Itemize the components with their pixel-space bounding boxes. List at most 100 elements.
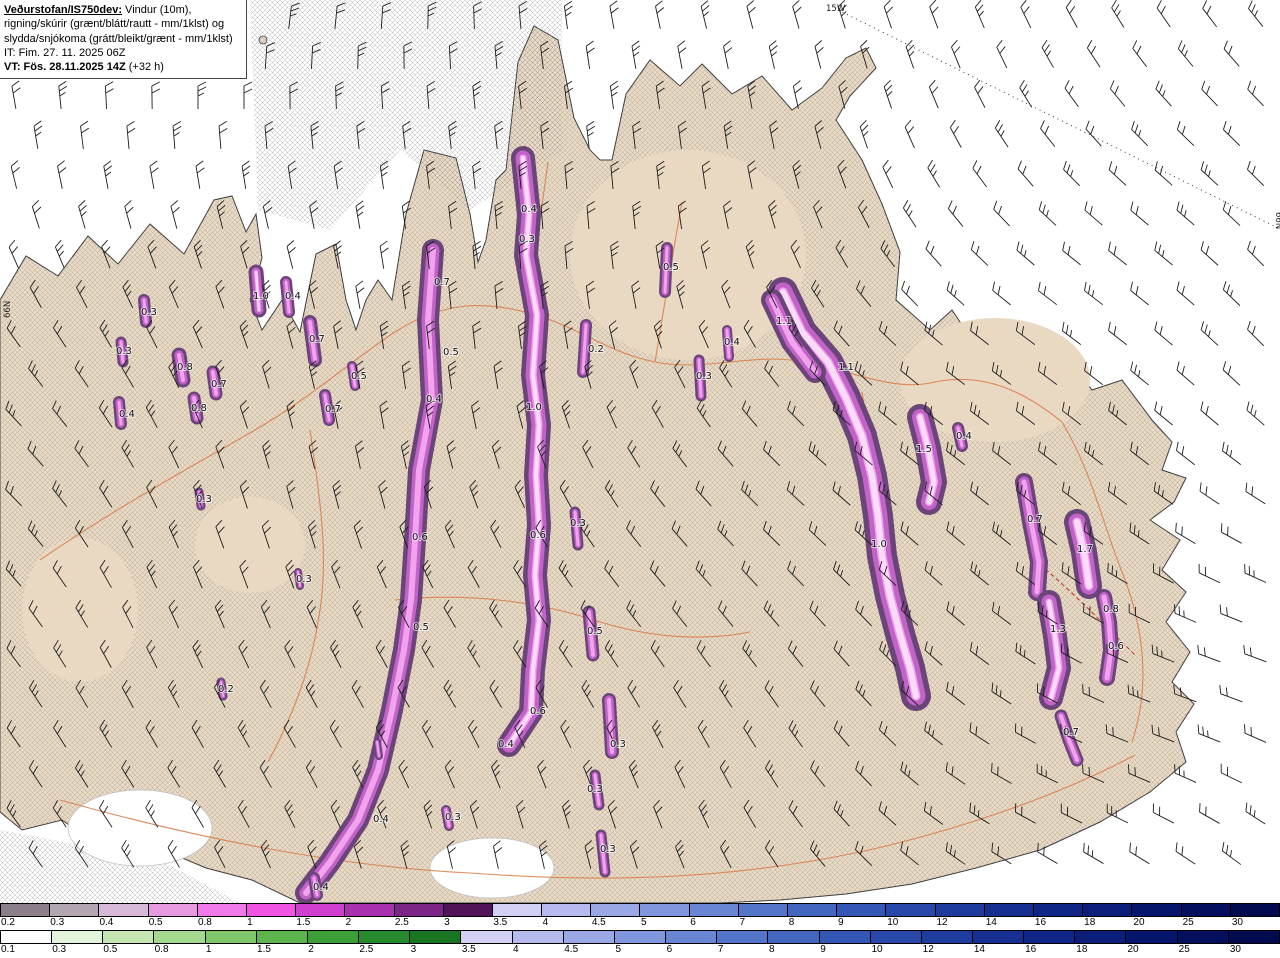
snow-scale-segment: [935, 904, 985, 916]
weather-forecast-map-page: 0.4 0.3 0.5 0.7 1.0 0.4 1.1 0.3 0.7 0.5 0.2 0.4 1.1 0…: [0, 0, 1280, 958]
precip-value-label: 0.4: [313, 882, 329, 893]
snow-scale-segment: [296, 904, 346, 916]
snow-scale-tick-label: 3.5: [493, 917, 508, 928]
snow-scale-segment: [1132, 904, 1182, 916]
rain-scale-tick-label: 3: [410, 944, 417, 955]
rain-scale-segment: [410, 931, 462, 943]
rain-scale-segment: [359, 931, 411, 943]
snow-scale-tick-label: 0.5: [148, 917, 163, 928]
snow-scale-segment: [394, 904, 444, 916]
rain-scale-segment: [205, 931, 257, 943]
rain-scale-segment: [154, 931, 206, 943]
rain-scale-segment: [614, 931, 667, 943]
snow-scale-tick-label: 12: [936, 917, 948, 928]
precip-value-label: 0.5: [443, 347, 459, 358]
precip-value-label: 0.3: [445, 812, 461, 823]
snow-scale-tick-label: 3: [444, 917, 450, 928]
snow-scale-segment: [591, 904, 641, 916]
rain-scale-segment: [921, 931, 973, 943]
snow-scale-tick-label: 0.2: [1, 917, 15, 928]
precip-value-label: 0.6: [412, 532, 428, 543]
snow-scale-segment: [837, 904, 887, 916]
snow-scale-tick-label: 20: [1133, 917, 1145, 928]
snow-scale-segment: [345, 904, 395, 916]
snow-scale-segment: [197, 904, 247, 916]
rain-scale-segment: [1024, 931, 1076, 943]
precip-value-label: 1.1: [776, 316, 792, 327]
snow-scale-segment: [1, 904, 51, 916]
snow-scale-segment: [689, 904, 739, 916]
rain-colorbar: [0, 930, 1280, 944]
precip-value-label: 0.3: [696, 371, 712, 382]
precip-value-label: 0.5: [413, 622, 429, 633]
precip-value-label: 0.3: [141, 307, 157, 318]
precip-value-label: 0.2: [218, 684, 234, 695]
precip-value-label: 1.0: [253, 291, 269, 302]
rain-scale-tick-label: 0.5: [103, 944, 118, 955]
precip-value-label: 1.0: [871, 539, 887, 550]
snow-scale-tick-label: 16: [1034, 917, 1047, 928]
rain-scale-tick-label: 2.5: [359, 944, 374, 955]
graticule-label-left: 66N: [3, 301, 13, 318]
precip-value-label: 0.7: [434, 277, 450, 288]
rain-scale-tick-label: 16: [1025, 944, 1037, 955]
rain-colorbar-ticks: 0.1 0.3 0.5 0.8 1 1.5 2 2.5 3 3.5 4 4.5 5 6 7 8 9 10 12 14 1…: [0, 944, 1280, 957]
rain-scale-segment: [819, 931, 871, 943]
rain-scale-segment: [1, 931, 53, 943]
precip-value-label: 0.6: [1108, 641, 1124, 652]
snow-scale-tick-label: 30: [1231, 917, 1243, 928]
precip-value-label: 1.0: [526, 402, 542, 413]
snow-scale-tick-label: 14: [985, 917, 997, 928]
rain-scale-tick-label: 20: [1127, 944, 1139, 955]
precip-value-label: 0.4: [498, 739, 514, 750]
graticule-label-top: 15W: [826, 4, 846, 14]
rain-scale-tick-label: 18: [1076, 944, 1088, 955]
precip-value-label: 0.4: [956, 431, 972, 442]
snow-scale-segment: [640, 904, 690, 916]
forecast-info-box: Veðurstofan/IS750dev: Vindur (10m), rign…: [0, 0, 247, 80]
info-line-title: Veðurstofan/IS750dev: Vindur (10m),: [4, 4, 192, 16]
precip-value-label: 0.7: [1063, 727, 1079, 738]
precip-value-label: 0.3: [610, 739, 626, 750]
rain-scale-tick-label: 0.1: [1, 944, 15, 955]
rain-scale-segment: [1228, 931, 1279, 943]
legend: 0.2 0.3 0.4 0.5 0.8 1 1.5 2 2.5 3 3.5 4 4.5 5 6 7 8 9 10 12…: [0, 903, 1280, 958]
snow-scale-segment: [246, 904, 297, 916]
precip-value-label: 0.4: [119, 409, 135, 420]
rain-scale-segment: [717, 931, 769, 943]
precip-value-label: 1.1: [838, 362, 854, 373]
rain-scale-segment: [512, 931, 564, 943]
precip-value-label: 0.4: [724, 337, 740, 348]
snow-scale-tick-label: 7: [739, 917, 746, 928]
precip-value-label: 0.8: [191, 403, 207, 414]
rain-scale-segment: [52, 931, 104, 943]
precip-value-label: 0.7: [211, 379, 227, 390]
snow-scale-segment: [492, 904, 543, 916]
rain-scale-tick-label: 0.8: [154, 944, 169, 955]
precip-value-label: 0.7: [1027, 514, 1043, 525]
rain-scale-tick-label: 5: [615, 944, 621, 955]
info-line-rain: rigning/skúrir (grænt/blátt/rautt - mm/1…: [4, 18, 225, 31]
rain-scale-tick-label: 4.5: [564, 944, 579, 955]
snow-scale-segment: [99, 904, 149, 916]
rain-scale-tick-label: 9: [820, 944, 826, 955]
precip-value-label: 0.3: [296, 574, 312, 585]
precip-value-label: 0.3: [570, 518, 586, 529]
precip-value-label: 0.4: [373, 814, 389, 825]
snow-scale-tick-label: 9: [837, 917, 844, 928]
precip-value-label: 0.4: [521, 204, 537, 215]
rain-scale-tick-label: 8: [769, 944, 775, 955]
snow-scale-segment: [50, 904, 100, 916]
rain-scale-tick-label: 4: [513, 944, 519, 955]
rain-scale-tick-label: 7: [717, 944, 724, 955]
snow-colorbar-ticks: 0.2 0.3 0.4 0.5 0.8 1 1.5 2 2.5 3 3.5 4 4.5 5 6 7 8 9 10 12…: [0, 917, 1280, 930]
rain-scale-segment: [1075, 931, 1127, 943]
precip-value-label: 0.3: [587, 784, 603, 795]
snow-scale-tick-label: 25: [1182, 917, 1194, 928]
snow-scale-tick-label: 8: [788, 917, 795, 928]
model-name: Veðurstofan/IS750dev:: [4, 4, 122, 16]
snow-colorbar: [0, 903, 1280, 917]
precip-value-label: 1.5: [916, 444, 932, 455]
precip-value-label: 0.3: [196, 494, 212, 505]
precip-value-label: 1.3: [1050, 624, 1066, 635]
